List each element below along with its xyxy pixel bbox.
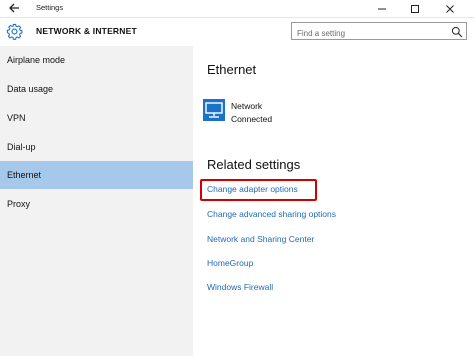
ethernet-monitor-icon[interactable] xyxy=(203,99,225,121)
gear-icon xyxy=(6,23,23,40)
maximize-button[interactable] xyxy=(399,0,431,17)
section-heading-related-settings: Related settings xyxy=(207,157,301,172)
link-change-adapter-options[interactable]: Change adapter options xyxy=(207,184,298,194)
window-title: Settings xyxy=(36,3,64,12)
search-icon[interactable] xyxy=(451,25,463,38)
search-box[interactable] xyxy=(291,22,467,42)
sidebar-item-ethernet[interactable]: Ethernet xyxy=(0,161,193,189)
back-arrow-icon[interactable] xyxy=(7,1,21,15)
sidebar-item-proxy[interactable]: Proxy xyxy=(0,190,193,218)
sidebar-item-vpn[interactable]: VPN xyxy=(0,104,193,132)
title-bar: Settings xyxy=(0,0,474,18)
page-title: NETWORK & INTERNET xyxy=(36,26,137,36)
section-heading-ethernet: Ethernet xyxy=(207,62,257,77)
main-content: Ethernet Network Connected Related setti… xyxy=(193,46,474,356)
link-network-and-sharing-center[interactable]: Network and Sharing Center xyxy=(207,234,314,244)
sidebar-item-data-usage[interactable]: Data usage xyxy=(0,75,193,103)
network-status: Connected xyxy=(231,114,273,124)
link-homegroup[interactable]: HomeGroup xyxy=(207,258,253,268)
close-button[interactable] xyxy=(434,0,466,17)
link-windows-firewall[interactable]: Windows Firewall xyxy=(207,282,273,292)
minimize-button[interactable] xyxy=(366,0,398,17)
sidebar: Airplane mode Data usage VPN Dial-up Eth… xyxy=(0,46,193,356)
page-header: NETWORK & INTERNET xyxy=(0,18,474,46)
network-name[interactable]: Network xyxy=(231,101,262,111)
sidebar-item-dial-up[interactable]: Dial-up xyxy=(0,133,193,161)
sidebar-item-airplane-mode[interactable]: Airplane mode xyxy=(0,46,193,74)
search-input[interactable] xyxy=(292,25,447,42)
link-change-advanced-sharing-options[interactable]: Change advanced sharing options xyxy=(207,209,336,219)
